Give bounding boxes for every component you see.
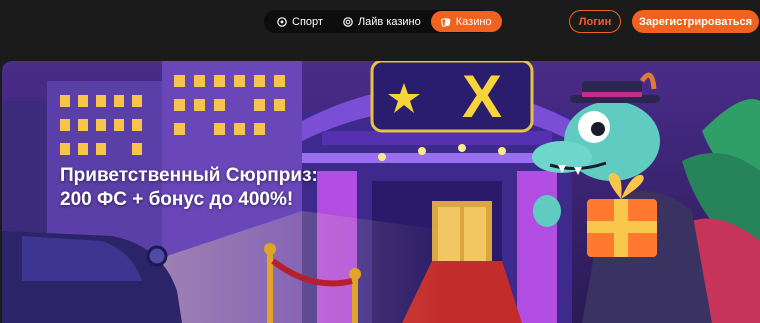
category-nav: Спорт Лайв казино Казино [264,10,502,33]
nav-item-casino[interactable]: Казино [430,11,502,32]
top-header: Спорт Лайв казино Казино Логин Зарегистр… [0,0,760,44]
nav-item-live-casino[interactable]: Лайв казино [333,11,431,32]
nav-item-label: Лайв казино [357,15,421,28]
soccer-ball-icon [277,16,287,27]
banner-title-line1: Приветственный Сюрприз: [60,165,318,186]
nav-item-sport[interactable]: Спорт [267,11,333,32]
casino-sign-letter: X [462,63,502,130]
login-button[interactable]: Логин [569,10,621,33]
banner-title-line2: 200 ФС + бонус до 400%! [60,189,294,210]
promo-banner[interactable]: X Приветственный Сюрприз: 200 ФС + бонус… [2,61,760,323]
banner-title: Приветственный Сюрприз: 200 ФС + бонус д… [60,164,318,212]
nav-item-label: Спорт [292,15,323,28]
nav-item-label: Казино [455,15,492,28]
cards-icon [440,17,451,27]
register-button[interactable]: Зарегистрироваться [632,10,759,33]
chip-icon [343,16,353,27]
